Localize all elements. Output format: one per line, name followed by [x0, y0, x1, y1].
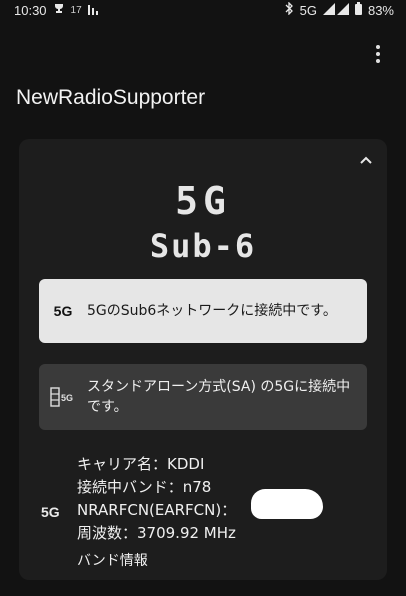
battery-level: 83%: [367, 2, 394, 18]
svg-text:5G: 5G: [61, 393, 73, 403]
connection-status-text: 5GのSub6ネットワークに接続中です。: [87, 303, 337, 319]
5g-icon: 5G: [53, 303, 73, 319]
network-type: 5G: [299, 2, 317, 18]
status-bar: 10:30 17 5G 83%: [0, 0, 406, 20]
app-title: NewRadioSupporter: [16, 86, 206, 109]
connection-status-box: 5G 5GのSub6ネットワークに接続中です。: [39, 279, 367, 343]
network-generation-label: 5G: [175, 179, 231, 223]
network-info-section: 5G キャリア名：KDDI 接続中バンド：n78 NRARFCN(EARFCN)…: [19, 451, 387, 579]
carrier-name: キャリア名：KDDI: [77, 455, 205, 473]
bluetooth-icon: [285, 1, 294, 18]
standalone-status-box: 5G スタンドアローン方式(SA) の5Gに接続中です。: [39, 364, 367, 430]
standalone-status-text: スタンドアローン方式(SA) の5Gに接続中です。: [87, 379, 351, 415]
cell-signal-icon: [322, 2, 349, 18]
clock: 10:30: [14, 2, 47, 18]
chevron-up-icon[interactable]: [355, 151, 377, 169]
trophy-icon: [53, 3, 65, 18]
band-info-button[interactable]: バンド情報: [77, 551, 236, 571]
temperature: 17: [70, 4, 82, 16]
signal-bars-icon: [87, 3, 100, 18]
nrarfcn: NRARFCN(EARFCN)：: [77, 501, 237, 519]
frequency: 周波数：3709.92 MHz: [77, 524, 236, 542]
connected-band: 接続中バンド：n78: [77, 478, 212, 496]
network-status-card: 5G Sub-6 5G 5GのSub6ネットワークに接続中です。 5G スタンド…: [19, 139, 387, 580]
overflow-menu-icon[interactable]: [366, 42, 390, 66]
standalone-5g-icon: 5G: [39, 386, 87, 408]
5g-icon: 5G: [41, 504, 60, 520]
band-type-label: Sub-6: [149, 227, 257, 265]
battery-icon: [354, 2, 362, 18]
redaction-mark: [251, 489, 323, 519]
